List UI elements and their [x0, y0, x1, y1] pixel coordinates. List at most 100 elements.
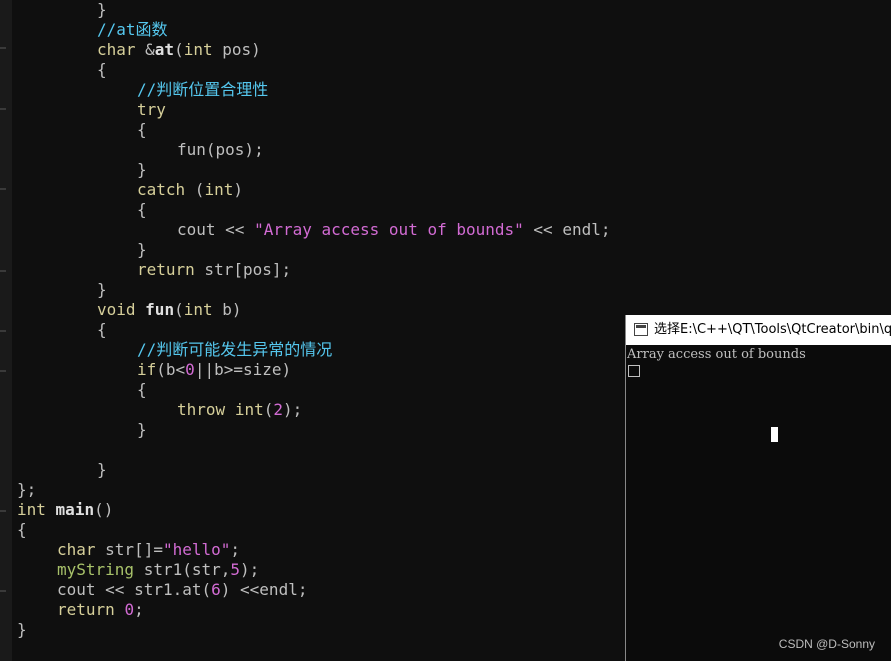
code-token: 0: [185, 360, 195, 379]
code-token: }: [17, 620, 27, 639]
code-token: int: [234, 400, 264, 419]
code-token: fun: [145, 300, 175, 319]
code-line[interactable]: try: [137, 100, 166, 120]
console-titlebar[interactable]: 选择E:\C++\QT\Tools\QtCreator\bin\qtcreato…: [626, 315, 891, 345]
code-line[interactable]: char str[]="hello";: [57, 540, 240, 560]
code-line[interactable]: //判断位置合理性: [137, 80, 268, 100]
code-token: char: [97, 40, 136, 59]
code-token: main: [55, 500, 95, 519]
code-token: {: [97, 320, 107, 339]
fold-marker[interactable]: [0, 108, 6, 110]
console-window[interactable]: 选择E:\C++\QT\Tools\QtCreator\bin\qtcreato…: [625, 315, 891, 661]
code-token: 2: [273, 400, 283, 419]
code-line[interactable]: void fun(int b): [97, 300, 242, 320]
code-line[interactable]: //判断可能发生异常的情况: [137, 340, 332, 360]
code-token: ) <<endl;: [220, 580, 308, 599]
fold-marker[interactable]: [0, 590, 6, 592]
code-token: );: [283, 400, 303, 419]
code-line[interactable]: myString str1(str,5);: [57, 560, 259, 580]
code-token: ;: [230, 540, 241, 559]
code-token: myString: [57, 560, 135, 579]
editor-gutter: [0, 0, 12, 661]
fold-marker[interactable]: [0, 510, 6, 512]
code-token: (b<: [156, 360, 186, 379]
code-token: {: [17, 520, 27, 539]
code-token: }: [137, 420, 147, 439]
code-token: str[pos];: [194, 260, 292, 279]
fold-marker[interactable]: [0, 330, 6, 332]
code-token: at: [154, 40, 175, 59]
console-title: 选择E:\C++\QT\Tools\QtCreator\bin\qtcreato…: [654, 322, 891, 337]
code-token: }: [97, 280, 107, 299]
code-token: << endl;: [523, 220, 611, 239]
code-token: {: [137, 120, 147, 139]
fold-marker[interactable]: [0, 47, 6, 49]
code-line[interactable]: return 0;: [57, 600, 144, 620]
code-token: (: [174, 300, 184, 319]
code-token: };: [17, 480, 37, 499]
console-window-icon: [634, 323, 648, 336]
code-line[interactable]: char &at(int pos): [97, 40, 261, 60]
code-line[interactable]: return str[pos];: [137, 260, 291, 280]
code-line[interactable]: }: [17, 620, 27, 640]
code-line[interactable]: catch (int): [137, 180, 243, 200]
code-token: int: [183, 300, 213, 319]
code-token: "hello": [162, 540, 231, 559]
code-token: {: [137, 200, 147, 219]
code-line[interactable]: {: [97, 60, 107, 80]
code-token: (: [263, 400, 274, 419]
code-token: ): [233, 180, 243, 199]
code-line[interactable]: }: [97, 460, 107, 480]
code-token: {: [137, 380, 147, 399]
code-line[interactable]: cout << str1.at(6) <<endl;: [57, 580, 307, 600]
code-line[interactable]: //at函数: [97, 20, 168, 40]
code-token: {: [97, 60, 107, 79]
code-line[interactable]: }: [97, 0, 107, 20]
code-line[interactable]: if(b<0||b>=size): [137, 360, 291, 380]
console-body[interactable]: Array access out of bounds: [626, 345, 891, 661]
code-line[interactable]: {: [137, 380, 147, 400]
fold-marker[interactable]: [0, 188, 6, 190]
code-token: return: [57, 600, 115, 619]
code-token: 6: [211, 580, 221, 599]
code-line[interactable]: }: [97, 280, 107, 300]
code-token: pos): [212, 40, 261, 59]
code-line[interactable]: throw int(2);: [177, 400, 302, 420]
fold-marker[interactable]: [0, 370, 6, 372]
code-token: //判断可能发生异常的情况: [137, 340, 333, 359]
code-token: 5: [230, 560, 241, 579]
code-line[interactable]: }: [137, 160, 147, 180]
code-token: ;: [134, 600, 144, 619]
code-token: "Array access out of bounds": [254, 220, 524, 239]
code-line[interactable]: int main(): [17, 500, 113, 520]
code-line[interactable]: }: [137, 420, 147, 440]
code-line[interactable]: {: [17, 520, 27, 540]
code-token: void: [97, 300, 136, 319]
code-line[interactable]: {: [97, 320, 107, 340]
code-token: 0: [124, 600, 135, 619]
code-line[interactable]: {: [137, 200, 147, 220]
console-cursor: [771, 427, 778, 442]
code-line[interactable]: }: [137, 240, 147, 260]
code-token: (): [94, 500, 114, 519]
code-line[interactable]: };: [17, 480, 36, 500]
code-token: int: [204, 180, 234, 199]
code-token: str1(str,: [134, 560, 231, 579]
code-line[interactable]: cout << "Array access out of bounds" << …: [177, 220, 610, 240]
code-line[interactable]: {: [137, 120, 147, 140]
code-token: }: [137, 240, 147, 259]
fold-marker[interactable]: [0, 270, 6, 272]
code-token: );: [240, 560, 260, 579]
console-output-text: Array access out of bounds: [627, 347, 806, 362]
code-line[interactable]: fun(pos);: [177, 140, 264, 160]
code-token: int: [183, 40, 213, 59]
code-token: //判断位置合理性: [137, 80, 269, 99]
code-token: }: [97, 460, 107, 479]
code-token: }: [137, 160, 147, 179]
code-token: str[]=: [95, 540, 163, 559]
code-token: char: [57, 540, 96, 559]
